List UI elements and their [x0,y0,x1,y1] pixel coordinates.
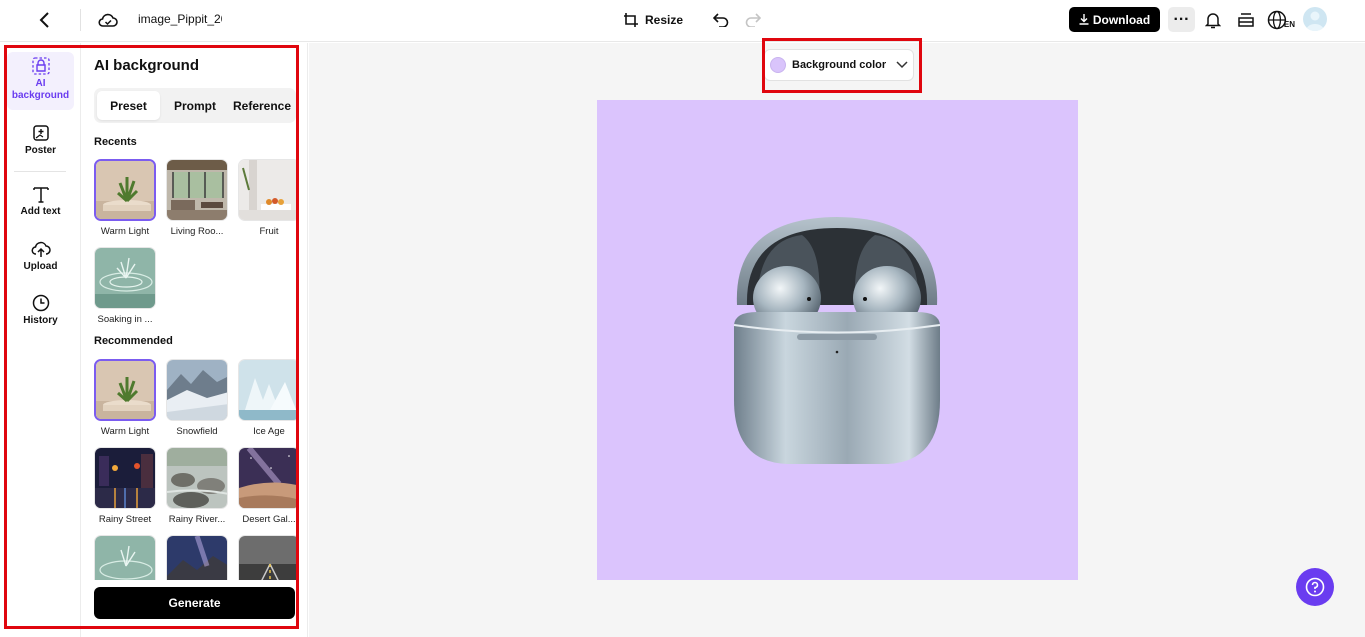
back-button[interactable] [34,9,56,31]
language-button[interactable]: EN [1267,8,1295,32]
artboard[interactable] [597,100,1078,580]
tool-rail: AI background Poster Add text Upload His… [0,43,81,637]
avatar[interactable] [1303,7,1327,31]
preset-image [94,359,156,421]
preset-image [94,447,156,509]
preset-thumb-warm-light[interactable]: Warm Light [94,359,156,437]
file-name[interactable]: image_Pippit_20 [138,12,222,26]
undo-icon [713,13,729,27]
rail-item-ai-background[interactable]: AI background [7,52,74,110]
preset-thumb-living-room[interactable]: Living Roo... [166,159,228,237]
preset-caption: Soaking in ... [97,314,153,325]
help-button[interactable] [1296,568,1334,606]
color-swatch [770,57,786,73]
preset-image [166,159,228,221]
question-icon [1305,577,1325,597]
divider [80,9,81,31]
background-color-button[interactable]: Background color [764,49,914,81]
rail-item-poster[interactable]: Poster [7,124,74,157]
preset-thumb[interactable] [166,535,228,580]
text-icon [32,187,49,203]
preset-image [166,447,228,509]
more-options-button[interactable]: ··· [1168,7,1195,32]
preset-thumb-rainy-river[interactable]: Rainy River... [166,447,228,525]
language-code: EN [1283,19,1295,29]
resize-icon [624,13,638,27]
top-bar: image_Pippit_20 Resize Download ··· EN [0,0,1365,42]
rail-item-label: History [23,315,58,326]
stack-icon [1238,13,1254,27]
resize-label: Resize [645,13,684,27]
upload-cloud-icon [31,241,51,257]
preset-caption: Rainy River... [168,514,226,525]
preset-thumb-soaking[interactable]: Soaking in ... [94,247,156,325]
preset-thumb[interactable] [238,535,296,580]
clock-icon [32,294,49,312]
rail-item-label: Upload [23,261,58,272]
preset-caption: Rainy Street [98,514,152,525]
undo-button[interactable] [710,9,732,31]
recommended-heading: Recommended [94,335,173,347]
preset-image [94,247,156,309]
download-icon [1079,14,1089,25]
redo-button[interactable] [742,9,764,31]
preset-image [238,359,296,421]
recents-heading: Recents [94,136,137,148]
ai-background-panel: AI background Preset Prompt Reference Re… [81,43,308,637]
layers-button[interactable] [1235,9,1257,31]
rail-item-add-text[interactable]: Add text [7,185,74,218]
bell-icon [1205,13,1221,29]
resize-button[interactable]: Resize [623,8,683,32]
preset-thumb[interactable] [94,535,156,580]
rail-item-history[interactable]: History [7,294,74,327]
poster-icon [32,125,49,141]
download-label: Download [1092,12,1151,27]
preset-thumb-fruit[interactable]: Fruit [238,159,296,237]
generate-button[interactable]: Generate [94,587,295,619]
preset-image [94,159,156,221]
preset-thumb-rainy-street[interactable]: Rainy Street [94,447,156,525]
preset-caption: Fruit [259,226,279,237]
download-button[interactable]: Download [1069,7,1160,32]
preset-image [238,447,296,509]
preset-caption: Ice Age [253,426,285,437]
user-icon [1306,11,1324,31]
product-image [733,217,941,464]
rail-item-label: Poster [24,145,57,156]
preset-thumb-snowfield[interactable]: Snowfield [166,359,228,437]
preset-image [166,535,228,580]
preset-thumb-desert-galaxy[interactable]: Desert Gal... [238,447,296,525]
rail-item-label: AI background [11,78,70,101]
preset-image [238,535,296,580]
preset-thumb-warm-light[interactable]: Warm Light [94,159,156,237]
rail-item-label: Add text [20,206,61,217]
preset-list[interactable]: Recents Warm Light Living Roo... Fruit S… [81,43,296,580]
preset-caption: Living Roo... [170,226,224,237]
preset-image [166,359,228,421]
preset-thumb-ice-age[interactable]: Ice Age [238,359,296,437]
notifications-button[interactable] [1202,9,1224,31]
rail-item-upload[interactable]: Upload [7,240,74,273]
preset-caption: Snowfield [176,426,218,437]
chevron-left-icon [39,12,49,28]
ai-background-icon [31,57,50,75]
redo-icon [745,13,761,27]
preset-caption: Warm Light [100,426,150,437]
rail-divider [14,171,66,172]
preset-image [94,535,156,580]
more-icon: ··· [1173,10,1190,28]
background-color-label: Background color [792,59,887,71]
chevron-down-icon [896,61,908,69]
preset-caption: Desert Gal... [242,514,296,525]
cloud-sync-icon[interactable] [97,9,119,31]
preset-image [238,159,296,221]
preset-caption: Warm Light [100,226,150,237]
